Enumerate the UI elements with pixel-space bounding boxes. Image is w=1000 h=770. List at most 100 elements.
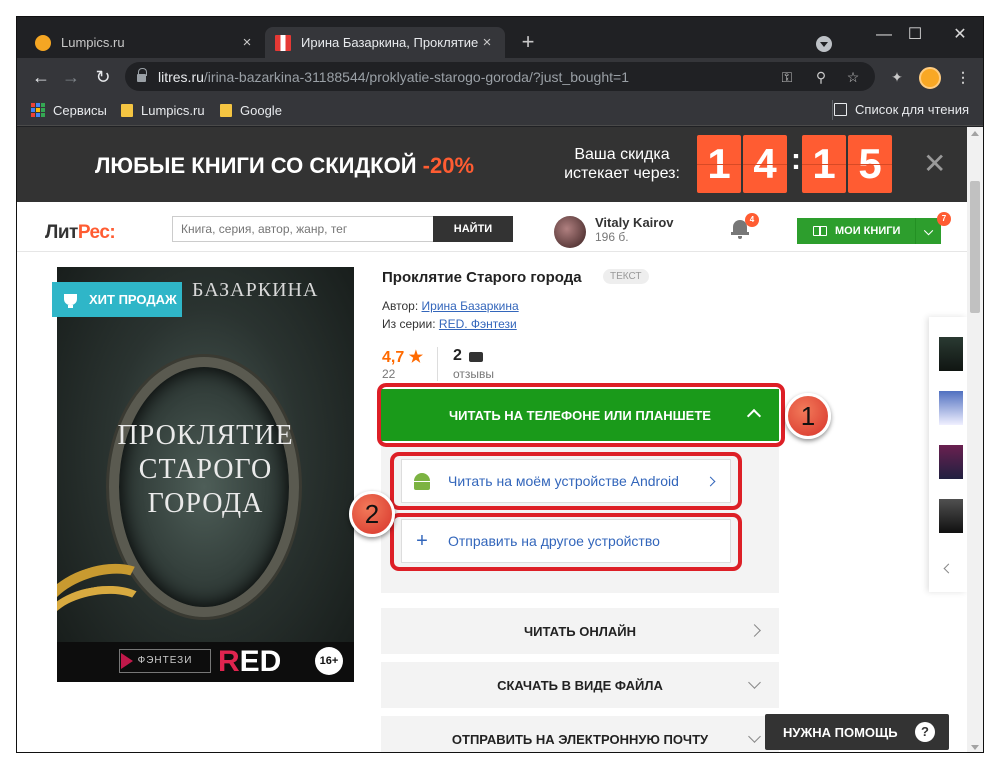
chevron-down-icon (748, 730, 761, 743)
timer-digit: 5 (848, 135, 892, 193)
book-cover[interactable]: БАЗАРКИНА ПРОКЛЯТИЕ СТАРОГО ГОРОДА ФЭНТЕ… (57, 267, 354, 682)
user-avatar[interactable] (554, 216, 586, 248)
minimize-button[interactable]: — (869, 23, 899, 47)
tab-litres[interactable]: Ирина Базаркина, Проклятие С × (265, 27, 505, 58)
rating-value[interactable]: 4,7 ★ (382, 347, 423, 367)
close-window-button[interactable]: ✕ (945, 23, 975, 47)
highlight-box (390, 452, 742, 510)
folder-icon (220, 103, 232, 117)
page-scrollbar[interactable] (967, 127, 983, 752)
age-rating-badge: 16+ (315, 647, 343, 675)
scroll-up-icon[interactable] (971, 131, 979, 136)
download-file-button[interactable]: СКАЧАТЬ В ВИДЕ ФАЙЛА (381, 662, 779, 708)
star-icon[interactable]: ☆ (843, 67, 863, 87)
key-icon[interactable]: ⚿ (777, 67, 797, 87)
zoom-icon[interactable]: ⚲ (811, 67, 831, 87)
forward-arrow-icon[interactable]: → (59, 65, 83, 89)
bookmark-lumpics[interactable]: Lumpics.ru (121, 102, 205, 118)
book-thumbnail[interactable] (939, 499, 963, 533)
user-name[interactable]: Vitaly Kairov (595, 215, 674, 230)
send-email-label: ОТПРАВИТЬ НА ЭЛЕКТРОННУЮ ПОЧТУ (451, 731, 709, 747)
profile-avatar[interactable] (919, 67, 941, 89)
tab-strip: Lumpics.ru × Ирина Базаркина, Проклятие … (17, 17, 983, 58)
tab-close-icon[interactable]: × (239, 34, 255, 51)
my-books-button[interactable]: МОИ КНИГИ ⌵ (797, 218, 941, 244)
reviews-label[interactable]: отзывы (453, 367, 494, 381)
url-path: /irina-bazarkina-31188544/proklyatie-sta… (203, 68, 629, 85)
question-icon: ? (915, 722, 935, 742)
promo-headline: ЛЮБЫЕ КНИГИ СО СКИДКОЙ (95, 153, 417, 178)
bookmark-services[interactable]: Сервисы (31, 102, 107, 118)
maximize-button[interactable]: ☐ (900, 23, 930, 47)
play-arrow-icon (121, 653, 133, 669)
back-arrow-icon[interactable]: ← (29, 65, 53, 89)
author-link[interactable]: Ирина Базаркина (422, 299, 519, 313)
bookmark-google[interactable]: Google (220, 102, 282, 118)
author-label: Автор: (382, 299, 419, 313)
my-books-badge: 7 (937, 212, 951, 226)
extensions-icon[interactable]: ✦ (887, 67, 907, 87)
cover-series-logo: RED (218, 645, 281, 679)
trophy-icon (64, 294, 77, 308)
chevron-left-icon[interactable] (943, 563, 954, 574)
reading-list-button[interactable]: Список для чтения (834, 102, 969, 117)
highlight-box (377, 383, 785, 447)
bookmark-label: Lumpics.ru (141, 102, 205, 118)
page-content: ЛЮБЫЕ КНИГИ СО СКИДКОЙ -20% Ваша скидка … (17, 127, 967, 752)
series-logo-r: R (218, 645, 240, 678)
logo-part: Рес: (77, 222, 116, 243)
callout-badge: 2 (349, 491, 395, 537)
series-link[interactable]: RED. Фэнтези (439, 317, 517, 331)
book-thumbnail[interactable] (939, 391, 963, 425)
folder-icon (121, 103, 133, 117)
tab-close-icon[interactable]: × (479, 34, 495, 51)
litres-favicon-icon (275, 34, 291, 51)
timer-separator: : (791, 143, 801, 176)
cover-title-line: ГОРОДА (147, 488, 264, 519)
promo-close-icon[interactable]: ✕ (923, 147, 946, 180)
scroll-down-icon[interactable] (971, 745, 979, 750)
help-label: НУЖНА ПОМОЩЬ (783, 724, 898, 740)
search-button[interactable]: НАЙТИ (433, 216, 513, 242)
url-host: litres.ru (158, 68, 204, 85)
help-button[interactable]: НУЖНА ПОМОЩЬ ? (765, 714, 949, 750)
tab-search-icon[interactable] (816, 36, 832, 52)
book-thumbnail[interactable] (939, 337, 963, 371)
highlight-box (390, 513, 742, 571)
read-online-button[interactable]: ЧИТАТЬ ОНЛАЙН (381, 608, 779, 654)
reviews-count[interactable]: 2 (453, 347, 462, 365)
book-title: Проклятие Старого города (382, 269, 582, 286)
promo-text: ЛЮБЫЕ КНИГИ СО СКИДКОЙ -20% (95, 153, 474, 179)
user-points: 196 б. (595, 230, 629, 244)
recent-books-rail (929, 317, 967, 592)
reload-icon[interactable]: ↻ (91, 65, 115, 89)
apps-grid-icon (31, 103, 45, 117)
book-thumbnail[interactable] (939, 445, 963, 479)
bookmarks-separator (832, 100, 833, 120)
cover-title: ПРОКЛЯТИЕ СТАРОГО ГОРОДА (57, 419, 354, 521)
notifications-badge: 4 (745, 213, 759, 227)
bookmark-label: Сервисы (53, 102, 107, 118)
search-input[interactable] (172, 216, 434, 242)
my-books-label: МОИ КНИГИ (835, 225, 901, 237)
tab-lumpics[interactable]: Lumpics.ru × (25, 27, 265, 58)
series-logo-rest: ED (239, 645, 282, 678)
lumpics-favicon-icon (35, 34, 51, 51)
lock-icon (137, 68, 147, 82)
scrollbar-thumb[interactable] (970, 181, 980, 313)
comment-icon (469, 352, 483, 362)
bestseller-badge: ХИТ ПРОДАЖ (52, 282, 182, 317)
cover-author: БАЗАРКИНА (192, 279, 319, 301)
star-icon: ★ (408, 349, 424, 366)
send-email-button[interactable]: ОТПРАВИТЬ НА ЭЛЕКТРОННУЮ ПОЧТУ (381, 716, 779, 752)
address-bar[interactable]: litres.ru /irina-bazarkina-31188544/prok… (125, 62, 875, 91)
callout-badge: 1 (785, 393, 831, 439)
menu-dots-icon[interactable]: ⋮ (953, 67, 973, 87)
litres-logo[interactable]: ЛитРес: (45, 222, 116, 244)
chevron-right-icon (748, 624, 761, 637)
rating-divider (437, 347, 438, 381)
series-line: Из серии: RED. Фэнтези (382, 317, 517, 331)
new-tab-button[interactable]: + (517, 31, 539, 53)
open-book-icon (813, 226, 827, 236)
site-header: ЛитРес: НАЙТИ Vitaly Kairov 196 б. 4 МОИ… (17, 202, 967, 252)
